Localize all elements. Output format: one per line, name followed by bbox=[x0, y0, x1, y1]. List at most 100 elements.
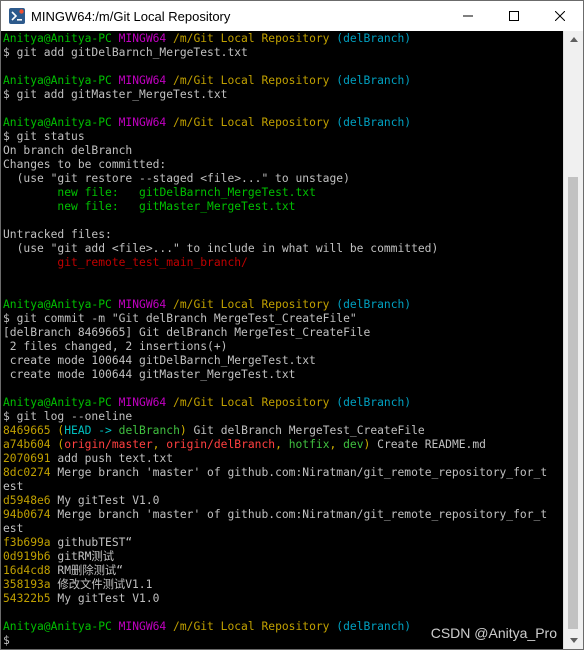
scroll-up-button[interactable] bbox=[564, 31, 583, 48]
terminal-text-segment: add push text.txt bbox=[57, 452, 174, 465]
terminal-line: Anitya@Anitya-PC MINGW64 /m/Git Local Re… bbox=[3, 298, 564, 312]
scrollbar-thumb[interactable] bbox=[568, 177, 578, 629]
terminal-text-segment: (use "git add <file>..." to include in w… bbox=[3, 242, 439, 255]
terminal-text-segment: create mode 100644 gitDelBarnch_MergeTes… bbox=[3, 354, 316, 367]
terminal-text-segment: $ git add gitMaster_MergeTest.txt bbox=[3, 88, 228, 101]
title-bar[interactable]: MINGW64:/m/Git Local Repository bbox=[1, 1, 583, 31]
terminal-line: 2070691 add push text.txt bbox=[3, 452, 564, 466]
terminal-text-segment: (delBranch) bbox=[336, 32, 412, 45]
terminal-line: est bbox=[3, 522, 564, 536]
terminal-text-segment: est bbox=[3, 522, 24, 535]
terminal-line: 0d919b6 gitRM测试 bbox=[3, 550, 564, 564]
terminal-line: $ git add gitDelBarnch_MergeTest.txt bbox=[3, 46, 564, 60]
terminal-line: 8dc0274 Merge branch 'master' of github.… bbox=[3, 466, 564, 480]
terminal-text-segment: MINGW64 bbox=[118, 74, 174, 87]
terminal-line: $ git log --oneline bbox=[3, 410, 564, 424]
terminal-text-segment: create mode 100644 gitMaster_MergeTest.t… bbox=[3, 368, 296, 381]
terminal-line: 94b0674 Merge branch 'master' of github.… bbox=[3, 508, 564, 522]
terminal-text-segment: githubTEST“ bbox=[57, 536, 133, 549]
window-title: MINGW64:/m/Git Local Repository bbox=[31, 8, 231, 24]
terminal-content: Anitya@Anitya-PC MINGW64 /m/Git Local Re… bbox=[1, 31, 564, 648]
terminal-text-segment: Anitya@Anitya-PC bbox=[3, 298, 119, 311]
terminal-text-segment: /m/Git Local Repository bbox=[173, 116, 337, 129]
terminal-text-segment: 2070691 bbox=[3, 452, 58, 465]
terminal-text-segment: 0d919b6 bbox=[3, 550, 58, 563]
close-icon bbox=[555, 11, 565, 21]
minimize-button[interactable] bbox=[445, 1, 491, 31]
terminal-line: On branch delBranch bbox=[3, 144, 564, 158]
terminal-text-segment: MINGW64 bbox=[118, 298, 174, 311]
terminal-text-segment: $ git commit -m "Git delBranch MergeTest… bbox=[3, 312, 357, 325]
terminal-text-segment: 16d4cd8 bbox=[3, 564, 58, 577]
terminal-window: MINGW64:/m/Git Local Repository Anitya@A… bbox=[0, 0, 584, 650]
terminal-line: d5948e6 My gitTest V1.0 bbox=[3, 494, 564, 508]
close-button[interactable] bbox=[537, 1, 583, 31]
terminal-text-segment: new file: gitDelBarnch_MergeTest.txt bbox=[57, 186, 316, 199]
terminal-text-segment: f3b699a bbox=[3, 536, 58, 549]
terminal-line: Anitya@Anitya-PC MINGW64 /m/Git Local Re… bbox=[3, 32, 564, 46]
terminal-text-segment: 8469665 bbox=[3, 424, 58, 437]
terminal-line: (use "git restore --staged <file>..." to… bbox=[3, 172, 564, 186]
terminal-text-segment: 2 files changed, 2 insertions(+) bbox=[3, 340, 228, 353]
terminal-text-segment: dev bbox=[343, 438, 364, 451]
terminal-text-segment: Untracked files: bbox=[3, 228, 112, 241]
scroll-down-button[interactable] bbox=[564, 632, 583, 649]
terminal-text-segment: My gitTest V1.0 bbox=[57, 494, 160, 507]
terminal-text-segment: [delBranch 8469665] Git delBranch MergeT… bbox=[3, 326, 371, 339]
terminal-text-segment: $ git status bbox=[3, 130, 85, 143]
terminal-text-segment: 修改文件测试V1.1 bbox=[57, 578, 153, 591]
terminal-text-segment: /m/Git Local Repository bbox=[173, 396, 337, 409]
terminal-text-segment: (delBranch) bbox=[336, 620, 412, 633]
terminal-line: 8469665 (HEAD -> delBranch) Git delBranc… bbox=[3, 424, 564, 438]
terminal-text-segment: On branch delBranch bbox=[3, 144, 133, 157]
terminal-line: create mode 100644 gitDelBarnch_MergeTes… bbox=[3, 354, 564, 368]
terminal-text-segment: HEAD -> bbox=[64, 424, 119, 437]
terminal-text-segment: (delBranch) bbox=[336, 396, 412, 409]
terminal-line: 358193a 修改文件测试V1.1 bbox=[3, 578, 564, 592]
terminal-text-segment: 8dc0274 bbox=[3, 466, 58, 479]
terminal-text-segment: Git delBranch MergeTest_CreateFile bbox=[186, 424, 425, 437]
terminal-line: Anitya@Anitya-PC MINGW64 /m/Git Local Re… bbox=[3, 396, 564, 410]
terminal-text-segment: /m/Git Local Repository bbox=[173, 620, 337, 633]
terminal-text-segment: ) bbox=[179, 424, 187, 437]
terminal-text-segment: , bbox=[329, 438, 344, 451]
terminal-text-segment: gitRM测试 bbox=[57, 550, 115, 563]
maximize-button[interactable] bbox=[491, 1, 537, 31]
terminal-text-segment: Anitya@Anitya-PC bbox=[3, 396, 119, 409]
terminal-text-segment: Merge branch 'master' of github.com:Nira… bbox=[57, 508, 548, 521]
terminal-text-segment: MINGW64 bbox=[118, 116, 174, 129]
terminal-line: f3b699a githubTEST“ bbox=[3, 536, 564, 550]
terminal-text-segment: Anitya@Anitya-PC bbox=[3, 620, 119, 633]
terminal-line: (use "git add <file>..." to include in w… bbox=[3, 242, 564, 256]
terminal-line: [delBranch 8469665] Git delBranch MergeT… bbox=[3, 326, 564, 340]
terminal-text-segment: My gitTest V1.0 bbox=[57, 592, 160, 605]
maximize-icon bbox=[509, 11, 519, 21]
terminal-text-segment: est bbox=[3, 480, 24, 493]
mingw-app-icon[interactable] bbox=[9, 8, 25, 24]
terminal-text-segment: Create README.md bbox=[370, 438, 486, 451]
terminal-line: new file: gitDelBarnch_MergeTest.txt bbox=[3, 186, 564, 200]
terminal-text-segment: MINGW64 bbox=[118, 396, 174, 409]
terminal-text-segment: (use "git restore --staged <file>..." to… bbox=[3, 172, 350, 185]
terminal-line: $ git status bbox=[3, 130, 564, 144]
terminal-output[interactable]: Anitya@Anitya-PC MINGW64 /m/Git Local Re… bbox=[1, 31, 564, 649]
terminal-text-segment: Anitya@Anitya-PC bbox=[3, 74, 119, 87]
terminal-text-segment: (delBranch) bbox=[336, 298, 412, 311]
terminal-text-segment: git_remote_test_main_branch/ bbox=[57, 256, 248, 269]
terminal-line: git_remote_test_main_branch/ bbox=[3, 256, 564, 270]
terminal-text-segment: (delBranch) bbox=[336, 116, 412, 129]
terminal-text-segment: $ git add gitDelBarnch_MergeTest.txt bbox=[3, 46, 248, 59]
terminal-line: est bbox=[3, 480, 564, 494]
terminal-line: Anitya@Anitya-PC MINGW64 /m/Git Local Re… bbox=[3, 74, 564, 88]
vertical-scrollbar[interactable] bbox=[563, 31, 583, 649]
terminal-text-segment: /m/Git Local Repository bbox=[173, 74, 337, 87]
terminal-text-segment: a74b604 bbox=[3, 438, 58, 451]
